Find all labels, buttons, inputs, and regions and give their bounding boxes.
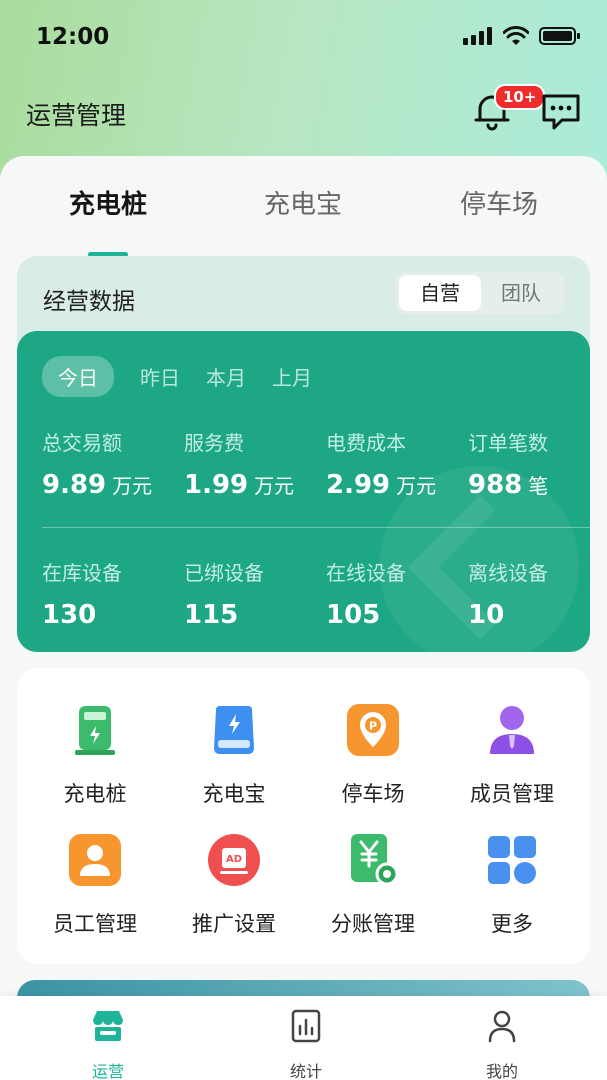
menu-label: 分账管理 [331, 912, 415, 936]
status-icons [463, 26, 581, 46]
stats-divider [42, 527, 590, 528]
stat-order-count: 订单笔数 988 笔 [468, 427, 590, 500]
message-icon[interactable] [540, 92, 582, 132]
stat-unit: 万元 [254, 474, 295, 498]
nav-label: 运营 [91, 1062, 124, 1080]
period-last-month[interactable]: 上月 [272, 362, 312, 391]
menu-staff-management[interactable]: 员工管理 [25, 832, 165, 952]
menu-power-bank[interactable]: 充电宝 [164, 702, 304, 822]
stat-label: 离线设备 [468, 561, 548, 585]
more-icon [488, 836, 536, 884]
tab-power-bank[interactable]: 充电宝 [233, 184, 373, 221]
battery-icon [539, 27, 580, 45]
stat-unit: 万元 [112, 474, 153, 498]
menu-label: 停车场 [341, 782, 405, 806]
signal-icon [463, 27, 492, 45]
staff-icon [69, 834, 121, 886]
menu-label: 充电宝 [202, 782, 266, 806]
stat-value: 115 [184, 600, 239, 630]
segment-team[interactable]: 团队 [480, 275, 562, 311]
menu-label: 成员管理 [470, 782, 554, 806]
stat-devices-offline: 离线设备 10 [468, 557, 590, 630]
stat-value: 1.99 万元 [184, 470, 324, 500]
menu-label: 更多 [491, 912, 533, 936]
stat-value: 10 [468, 600, 505, 630]
menu-label: 员工管理 [53, 912, 137, 936]
stat-label: 在线设备 [326, 561, 406, 585]
period-selector: 今日 昨日 本月 上月 [42, 355, 338, 397]
stat-label: 在库设备 [42, 561, 122, 585]
stat-devices-in-stock: 在库设备 130 [42, 557, 182, 630]
bottom-navigation: 运营 统计 我的 [0, 996, 607, 1080]
stat-number: 1.99 [184, 470, 249, 500]
scope-segmented-control: 自营 团队 [396, 272, 564, 314]
segment-self[interactable]: 自营 [399, 275, 481, 311]
menu-label: 充电桩 [63, 782, 127, 806]
stat-label: 电费成本 [326, 431, 406, 455]
wifi-icon [503, 26, 529, 45]
nav-label: 我的 [485, 1062, 518, 1080]
stat-value: 988 笔 [468, 470, 590, 500]
stat-number: 2.99 [326, 470, 391, 500]
stat-label: 订单笔数 [468, 431, 548, 455]
stat-devices-bound: 已绑设备 115 [184, 557, 324, 630]
status-bar: 12:00 [0, 0, 607, 72]
nav-profile[interactable]: 我的 [442, 1008, 562, 1080]
member-icon [490, 706, 534, 754]
stat-value: 105 [326, 600, 381, 630]
split-bill-icon [351, 834, 399, 886]
business-data-title: 经营数据 [43, 289, 135, 315]
menu-more[interactable]: 更多 [442, 832, 582, 952]
svg-text:AD: AD [226, 854, 242, 865]
period-today[interactable]: 今日 [42, 355, 114, 397]
nav-operations[interactable]: 运营 [48, 1008, 168, 1080]
stat-label: 已绑设备 [184, 561, 264, 585]
nav-statistics[interactable]: 统计 [246, 1008, 366, 1080]
app-bar: 运营管理 10+ [0, 82, 607, 142]
business-data-card: 经营数据 自营 团队 今日 昨日 本月 上月 总交易额 9.89 万元 服务费 1… [17, 256, 590, 652]
stat-total-transactions: 总交易额 9.89 万元 [42, 427, 182, 500]
menu-member-management[interactable]: 成员管理 [442, 702, 582, 822]
nav-label: 统计 [289, 1062, 322, 1080]
notification-badge: 10+ [494, 84, 546, 110]
store-icon [93, 1011, 123, 1041]
tab-charging-pile[interactable]: 充电桩 [38, 184, 178, 221]
tab-parking[interactable]: 停车场 [429, 184, 569, 221]
stat-number: 988 [468, 470, 523, 500]
charging-pile-icon [75, 706, 115, 755]
content-sheet: 充电桩 充电宝 停车场 经营数据 自营 团队 今日 昨日 本月 上月 总交易额 … [0, 156, 607, 1020]
stat-devices-online: 在线设备 105 [326, 557, 466, 630]
stat-value: 9.89 万元 [42, 470, 182, 500]
stat-number: 9.89 [42, 470, 107, 500]
period-this-month[interactable]: 本月 [206, 362, 246, 391]
power-bank-icon [214, 706, 254, 754]
parking-icon: P [347, 704, 399, 756]
user-icon [488, 1010, 516, 1043]
period-yesterday[interactable]: 昨日 [140, 362, 180, 391]
stat-value: 2.99 万元 [326, 470, 466, 500]
stat-unit: 笔 [528, 474, 549, 498]
stat-unit: 万元 [396, 474, 437, 498]
stat-value: 130 [42, 600, 97, 630]
stat-label: 总交易额 [42, 431, 122, 455]
page-title: 运营管理 [26, 101, 127, 130]
menu-promotion-settings[interactable]: AD 推广设置 [164, 832, 304, 952]
menu-label: 推广设置 [192, 912, 276, 936]
svg-text:P: P [369, 720, 377, 733]
stat-electricity-cost: 电费成本 2.99 万元 [326, 427, 466, 500]
ad-icon: AD [208, 834, 260, 886]
category-tabs: 充电桩 充电宝 停车场 [0, 184, 607, 257]
menu-split-bill[interactable]: 分账管理 [303, 832, 443, 952]
menu-charging-pile[interactable]: 充电桩 [25, 702, 165, 822]
function-menu-card: 充电桩 充电宝 P 停车场 成员管理 员工管理 AD 推广设置 分账管理 更多 [17, 668, 590, 964]
chart-icon [291, 1009, 321, 1043]
stats-panel: 今日 昨日 本月 上月 总交易额 9.89 万元 服务费 1.99 万元 电费成本 … [17, 331, 590, 652]
stat-service-fee: 服务费 1.99 万元 [184, 427, 324, 500]
status-time: 12:00 [36, 24, 110, 50]
menu-parking[interactable]: P 停车场 [303, 702, 443, 822]
stat-label: 服务费 [184, 431, 244, 455]
